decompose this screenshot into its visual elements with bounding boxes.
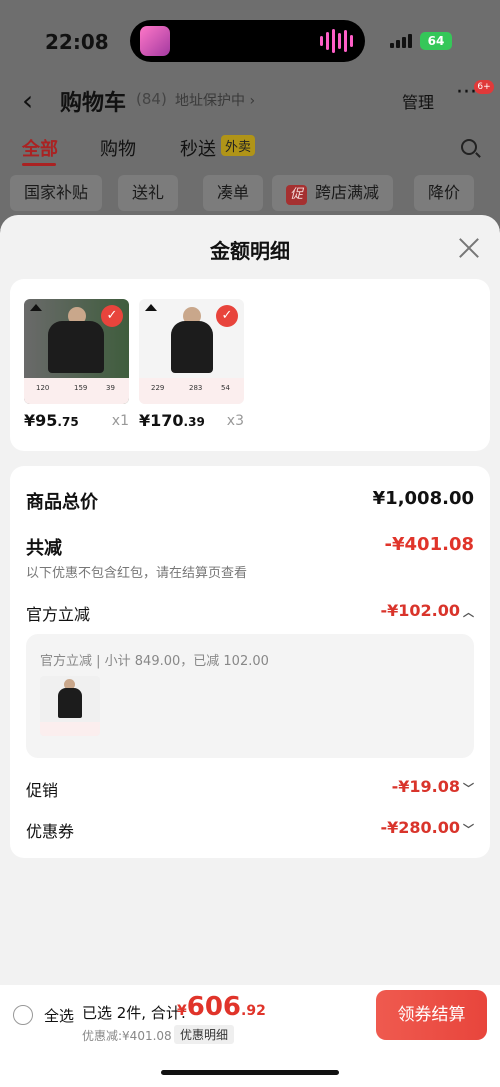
chevron-down-icon: ﹀ (463, 782, 474, 795)
tab-instant-delivery[interactable]: 秒送 (180, 135, 216, 161)
coupon-value: -¥280.00 ﹀ (380, 818, 474, 837)
strip-value: 120 (36, 384, 50, 392)
promotion-label: 促销 (26, 781, 59, 800)
official-value-text: -¥102.00 (380, 601, 460, 620)
total-reduction-label: 共减 (26, 538, 62, 559)
chip-cross-store[interactable]: 促跨店满减 (272, 175, 394, 211)
coupon-value-text: -¥280.00 (380, 818, 460, 837)
address-protection-link[interactable]: 地址保护中 › (175, 90, 255, 110)
brand-logo-icon (145, 304, 157, 311)
manage-button[interactable]: 管理 (402, 89, 434, 113)
selected-count: 已选 2件, 合计: (82, 1004, 186, 1022)
promo-icon: 促 (286, 185, 308, 205)
total-price-label: 商品总价 (26, 492, 98, 513)
now-playing-thumb (140, 26, 170, 56)
total-amount: ¥606.92 (177, 992, 266, 1022)
cart-tabs: 全部 购物 秒送 外卖 (0, 135, 500, 166)
signal-icon (390, 34, 412, 48)
promotion-value-text: -¥19.08 (391, 777, 460, 796)
product-image: ✓ 120 159 39 (24, 299, 129, 404)
amount-detail-sheet: 金额明细 ✓ 120 159 39 ¥95.75 x1 ✓ 229 283 54… (0, 215, 500, 985)
chip-gift[interactable]: 送礼 (118, 175, 179, 211)
model-figure (171, 321, 213, 373)
page-title: 购物车 (60, 91, 127, 116)
total-price-value: ¥1,008.00 (372, 488, 474, 509)
checked-icon: ✓ (101, 305, 123, 327)
discount-detail-button[interactable]: 优惠明细 (174, 1025, 235, 1044)
checked-icon: ✓ (216, 305, 238, 327)
filter-chips: 国家补贴 送礼 凑单 促跨店满减 降价 (10, 175, 500, 211)
close-icon[interactable] (456, 235, 482, 261)
product-price: ¥170.39 (139, 411, 205, 430)
chip-price-drop[interactable]: 降价 (414, 175, 475, 211)
chip-label: 跨店满减 (315, 183, 380, 202)
reduction-note: 以下优惠不包含红包，请在结算页查看 (26, 566, 248, 581)
product-price: ¥95.75 (24, 411, 79, 430)
total-currency: ¥ (177, 1003, 187, 1019)
strip-value: 159 (74, 384, 88, 392)
price-int: ¥95 (24, 411, 58, 430)
product-image: ✓ 229 283 54 (139, 299, 244, 404)
price-strip: 120 159 39 (24, 378, 129, 404)
official-discount-label: 官方立减 (26, 605, 91, 624)
search-icon[interactable] (461, 139, 477, 155)
brand-logo-icon (30, 304, 42, 311)
status-bar: 22:08 64 (0, 20, 500, 62)
price-dec: .39 (183, 415, 205, 429)
model-figure (58, 688, 82, 718)
discount-product-thumb[interactable] (40, 676, 100, 736)
chip-national-subsidy[interactable]: 国家补贴 (10, 175, 103, 211)
select-all-radio[interactable] (13, 1005, 33, 1025)
tab-all[interactable]: 全部 (22, 135, 58, 161)
official-discount-detail: 官方立减 | 小计 849.00，已减 102.00 (26, 634, 474, 758)
total-reduction-value: -¥401.08 (384, 534, 474, 555)
total-dec: .92 (241, 1003, 266, 1019)
checkout-bar: 全选 已选 2件, 合计: ¥606.92 优惠减:¥401.08 优惠明细 领… (0, 985, 500, 1087)
official-subtotal-text: 官方立减 | 小计 849.00，已减 102.00 (40, 654, 269, 669)
audio-wave-icon (320, 28, 353, 54)
official-discount-value: -¥102.00 ︿ (380, 601, 474, 620)
strip-value: 229 (151, 384, 165, 392)
discount-summary: 优惠减:¥401.08 (82, 1029, 172, 1043)
more-badge: 6+ (474, 80, 494, 94)
price-strip: 229 283 54 (139, 378, 244, 404)
price-int: ¥170 (139, 411, 184, 430)
select-all-label[interactable]: 全选 (44, 1005, 74, 1026)
dynamic-island (130, 20, 365, 62)
sheet-title: 金额明细 (210, 239, 290, 263)
price-strip (40, 722, 100, 736)
product-item[interactable]: ✓ 229 283 54 ¥170.39 x3 (139, 299, 244, 430)
promotion-value: -¥19.08 ﹀ (392, 777, 474, 796)
coupon-label: 优惠券 (26, 822, 75, 841)
chip-add-on[interactable]: 凑单 (203, 175, 264, 211)
selected-products-card: ✓ 120 159 39 ¥95.75 x1 ✓ 229 283 54 ¥170… (10, 279, 490, 451)
price-breakdown-card: 商品总价 ¥1,008.00 共减 -¥401.08 以下优惠不包含红包，请在结… (10, 466, 490, 858)
cart-count: (84) (136, 90, 167, 108)
total-int: 606 (186, 992, 242, 1022)
back-icon[interactable]: ‹ (22, 84, 33, 117)
chevron-down-icon: ﹀ (463, 823, 474, 836)
tab-shopping[interactable]: 购物 (100, 135, 136, 161)
takeout-tag: 外卖 (221, 135, 256, 156)
home-indicator (161, 1070, 339, 1075)
checkout-button[interactable]: 领券结算 (376, 990, 487, 1040)
strip-value: 54 (221, 384, 230, 392)
active-tab-indicator (22, 163, 56, 166)
strip-value: 39 (106, 384, 115, 392)
strip-value: 283 (189, 384, 203, 392)
nav-bar: ‹ 购物车 (84) 地址保护中 › 管理 ··· 6+ (0, 80, 500, 120)
battery-icon: 64 (420, 32, 452, 50)
product-qty: x1 (111, 413, 129, 429)
chevron-up-icon: ︿ (463, 606, 474, 619)
price-dec: .75 (57, 415, 79, 429)
status-time: 22:08 (45, 30, 109, 54)
model-figure (48, 321, 104, 373)
product-item[interactable]: ✓ 120 159 39 ¥95.75 x1 (24, 299, 129, 430)
product-qty: x3 (226, 413, 244, 429)
